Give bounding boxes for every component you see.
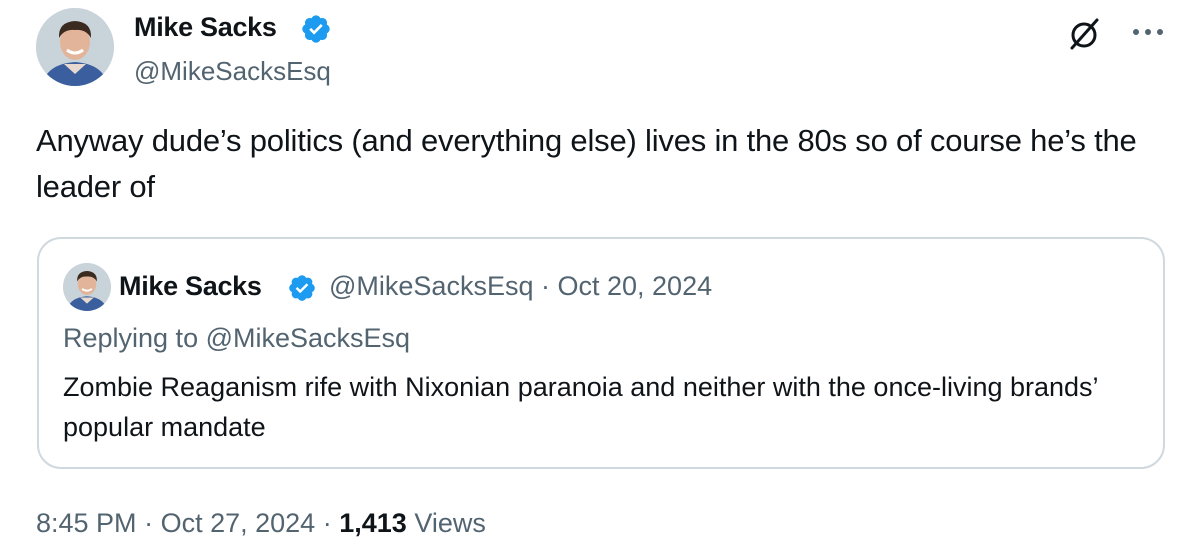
author-handle[interactable]: @MikeSacksEsq <box>134 56 331 87</box>
separator: · <box>540 271 550 301</box>
tweet-card: Mike Sacks @MikeSacksEsq Anyway dude’s p… <box>0 0 1194 558</box>
author-avatar[interactable] <box>36 8 114 86</box>
quoted-author-avatar <box>63 263 111 311</box>
tweet-date[interactable]: Oct 27, 2024 <box>161 508 316 538</box>
tweet-footer: 8:45 PM · Oct 27, 2024 · 1,413 Views <box>36 508 486 539</box>
separator: · <box>144 508 154 538</box>
quoted-date: Oct 20, 2024 <box>557 271 713 301</box>
replying-to: Replying to @MikeSacksEsq <box>63 323 411 353</box>
quoted-tweet-text: Zombie Reaganism rife with Nixonian para… <box>63 372 1098 442</box>
separator: · <box>322 508 332 538</box>
author-name[interactable]: Mike Sacks <box>134 12 277 43</box>
quoted-author-name: Mike Sacks <box>119 271 262 301</box>
grok-icon[interactable] <box>1066 16 1102 52</box>
quoted-meta: @MikeSacksEsq · Oct 20, 2024 <box>329 271 712 302</box>
verified-badge-icon <box>302 15 330 43</box>
more-icon[interactable] <box>1128 18 1168 46</box>
tweet-time[interactable]: 8:45 PM <box>36 508 137 538</box>
quoted-tweet[interactable]: Mike Sacks @MikeSacksEsq · Oct 20, 2024 … <box>37 237 1165 469</box>
tweet-text: Anyway dude’s politics (and everything e… <box>36 123 1137 204</box>
views-label: Views <box>414 508 486 538</box>
quoted-author-handle: @MikeSacksEsq <box>329 271 534 301</box>
views-count: 1,413 <box>339 508 407 538</box>
verified-badge-icon <box>289 275 315 301</box>
